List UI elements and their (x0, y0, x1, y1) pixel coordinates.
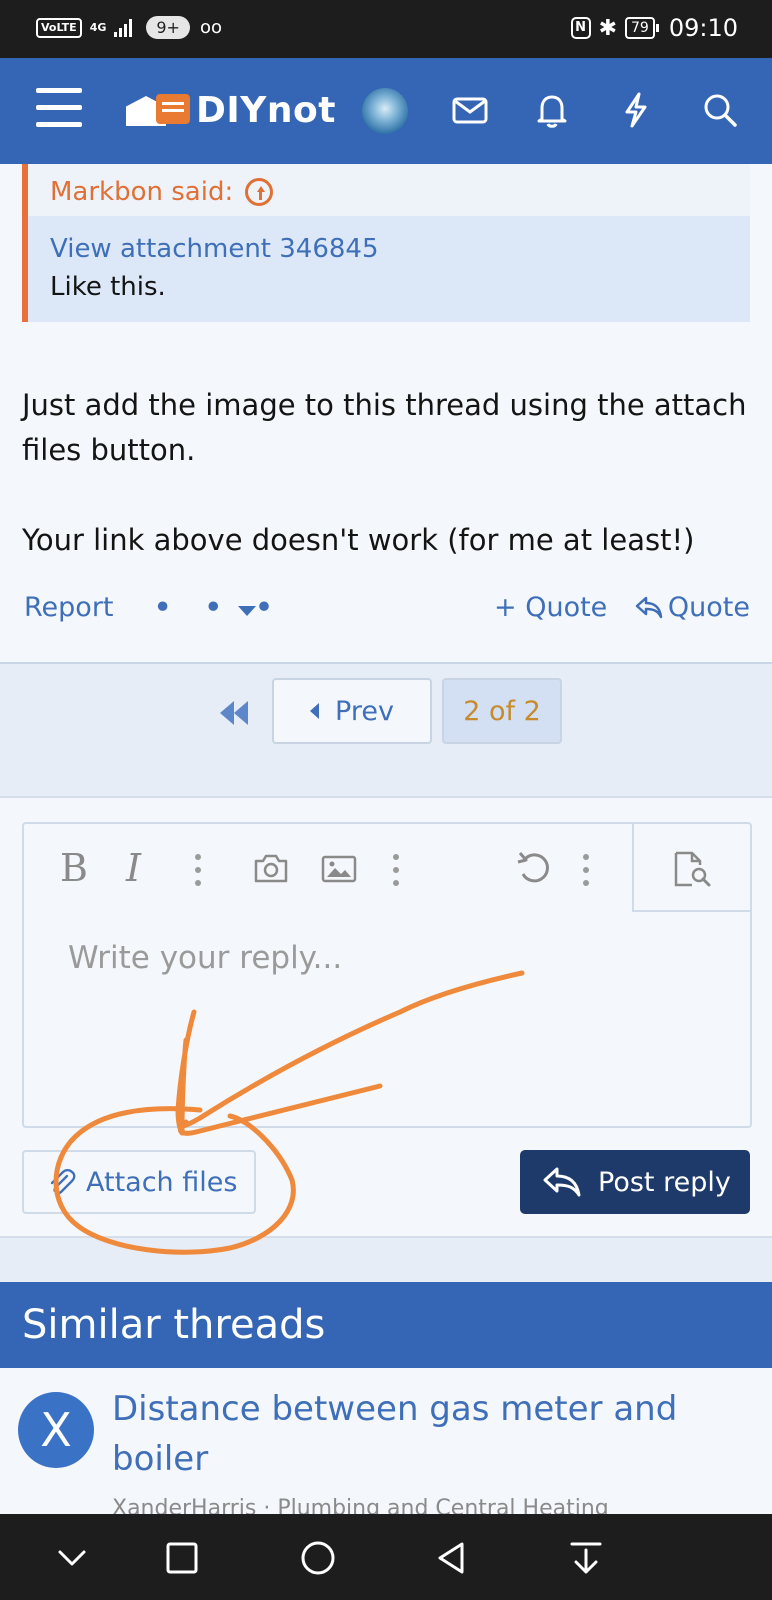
more-options-button[interactable]: • • • (154, 592, 285, 623)
paperclip-icon (50, 1168, 76, 1195)
reply-editor: B I Write your reply... (22, 822, 752, 1128)
post-paragraph: Your link above doesn't work (for me at … (22, 523, 695, 557)
nfc-icon: N (570, 17, 591, 39)
caret-left-icon (310, 703, 320, 719)
post-paragraph: Just add the image to this thread using … (22, 388, 747, 467)
prev-label: Prev (335, 695, 394, 727)
search-icon[interactable] (700, 90, 740, 130)
site-header: DIYnot (0, 58, 772, 164)
notification-pull-icon[interactable] (566, 1538, 606, 1578)
logo-text: DIYnot (196, 89, 336, 131)
system-nav-bar (0, 1514, 772, 1600)
prev-page-button[interactable]: Prev (272, 678, 432, 744)
status-left: VoLTE 4G 9+ oo (36, 16, 222, 39)
current-page-indicator[interactable]: 2 of 2 (442, 678, 562, 744)
post-actions: Report • • • + Quote Quote (24, 592, 750, 636)
more-insert-icon[interactable] (392, 854, 400, 890)
quote-label: Quote (667, 592, 750, 623)
lightning-icon[interactable] (616, 90, 656, 130)
clock: 09:10 (668, 14, 738, 42)
envelope-icon[interactable] (450, 90, 490, 130)
chevron-down-icon[interactable] (52, 1538, 92, 1578)
home-icon[interactable] (298, 1538, 338, 1578)
post-body: Just add the image to this thread using … (22, 383, 752, 608)
attach-files-label: Attach files (86, 1166, 238, 1198)
editor-toolbar: B I (24, 824, 750, 912)
first-page-icon[interactable] (216, 698, 252, 728)
post-reply-button[interactable]: Post reply (520, 1150, 750, 1214)
bell-icon[interactable] (532, 90, 572, 130)
quote-button[interactable]: Quote (634, 592, 750, 623)
more-options-icon[interactable] (582, 854, 590, 890)
status-bar: VoLTE 4G 9+ oo N ✱ 79 09:10 (0, 0, 772, 58)
reply-icon (543, 1167, 581, 1197)
post-reply-label: Post reply (598, 1166, 731, 1198)
pagination: Prev 2 of 2 (0, 662, 772, 798)
status-right: N ✱ 79 09:10 (570, 14, 738, 42)
multi-quote-button[interactable]: + Quote (494, 592, 607, 623)
recents-icon[interactable] (162, 1538, 202, 1578)
battery-icon: 79 (625, 17, 659, 39)
reply-arrow-icon (635, 596, 663, 618)
logo-mark-icon (126, 88, 192, 132)
preview-toggle[interactable] (632, 824, 750, 912)
quote-body: View attachment 346845 Like this. (28, 216, 750, 322)
notification-count-badge: 9+ (146, 16, 190, 39)
preview-icon (674, 851, 711, 887)
section-divider (0, 1236, 772, 1282)
quote-block: Markbon said: View attachment 346845 Lik… (22, 164, 750, 322)
thread-title-link[interactable]: Distance between gas meter and boiler (112, 1384, 752, 1484)
image-icon[interactable] (320, 850, 358, 886)
avatar[interactable]: X (18, 1392, 94, 1468)
similar-threads-heading: Similar threads (0, 1282, 772, 1368)
back-icon[interactable] (432, 1538, 472, 1578)
reply-input[interactable]: Write your reply... (68, 940, 342, 976)
more-formatting-icon[interactable] (194, 854, 202, 890)
quote-text: Like this. (50, 272, 166, 302)
jump-to-quote-icon[interactable] (245, 178, 274, 206)
bluetooth-icon: ✱ (598, 15, 617, 41)
thread-meta: XanderHarris · Plumbing and Central Heat… (112, 1496, 609, 1514)
site-logo[interactable]: DIYnot (126, 88, 336, 132)
quote-author[interactable]: Markbon said: (50, 177, 233, 207)
attachment-link[interactable]: View attachment 346845 (50, 230, 750, 268)
network-type: 4G (89, 21, 107, 34)
user-avatar[interactable] (362, 88, 408, 134)
menu-icon[interactable] (36, 88, 82, 128)
quote-header: Markbon said: (28, 164, 750, 216)
undo-icon[interactable] (514, 850, 554, 886)
report-link[interactable]: Report (24, 592, 114, 623)
caret-down-icon[interactable] (238, 606, 256, 616)
camera-icon[interactable] (252, 850, 290, 886)
list-item[interactable]: X Distance between gas meter and boiler … (0, 1368, 772, 1514)
italic-button[interactable]: I (126, 849, 141, 887)
voicemail-icon: oo (199, 17, 222, 38)
bold-button[interactable]: B (60, 849, 88, 887)
attach-files-button[interactable]: Attach files (22, 1150, 256, 1214)
signal-icon (114, 18, 133, 37)
volte-indicator: VoLTE (36, 17, 82, 38)
